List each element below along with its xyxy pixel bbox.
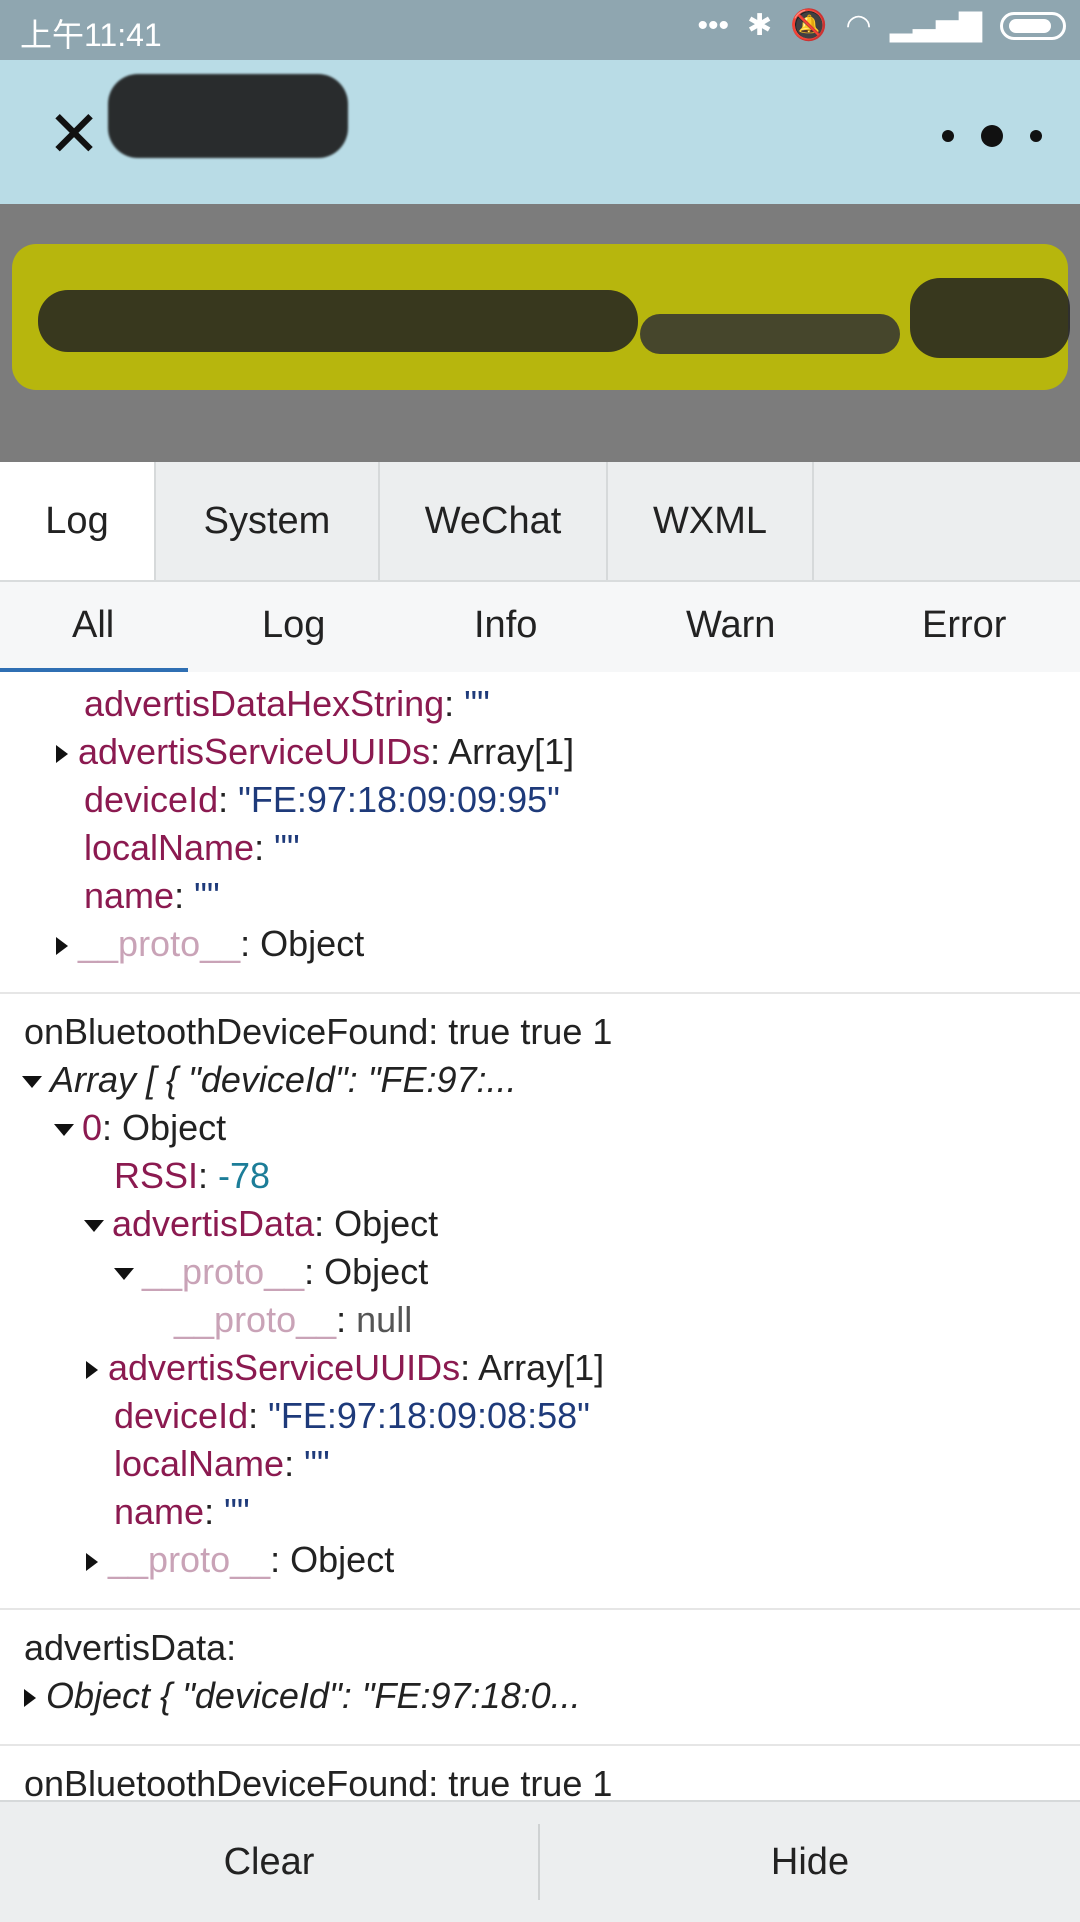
collapse-arrow-icon[interactable]: [84, 1220, 104, 1233]
redacted-text: [910, 278, 1070, 358]
redacted-text: [38, 290, 638, 352]
more-options-icon[interactable]: [942, 116, 1042, 156]
log-property-expanded[interactable]: 0: Object: [54, 1106, 226, 1150]
battery-icon: [1000, 11, 1066, 40]
log-property: advertisDataHexString: "": [84, 683, 490, 724]
collapse-arrow-icon[interactable]: [114, 1268, 134, 1281]
log-property: deviceId: "FE:97:18:09:09:95": [84, 779, 560, 820]
bluetooth-icon: ✱: [747, 9, 773, 42]
tab-wxml[interactable]: WXML: [608, 462, 814, 580]
tab-wechat[interactable]: WeChat: [380, 462, 608, 580]
console-bottom-bar: Clear Hide: [0, 1800, 1080, 1922]
log-separator: [0, 1744, 1080, 1746]
log-property: name: "": [84, 875, 220, 916]
log-separator: [0, 1608, 1080, 1610]
log-property-collapsed[interactable]: __proto__: Object: [86, 1538, 394, 1582]
log-object-collapsed[interactable]: Object { "deviceId": "FE:97:18:0...: [24, 1674, 581, 1718]
redacted-title: [108, 74, 348, 158]
status-icons: ••• ✱ 🔕 ◠ ▂▃▅▇: [697, 8, 1066, 43]
filter-log[interactable]: Log: [262, 604, 325, 647]
log-separator: [0, 992, 1080, 994]
log-property-collapsed[interactable]: __proto__: Object: [56, 922, 364, 966]
filter-all[interactable]: All: [72, 604, 114, 647]
expand-arrow-icon[interactable]: [24, 1689, 36, 1708]
tab-system[interactable]: System: [156, 462, 380, 580]
expand-arrow-icon[interactable]: [56, 745, 68, 764]
filter-error[interactable]: Error: [922, 604, 1006, 647]
clear-button[interactable]: Clear: [0, 1802, 538, 1922]
expand-arrow-icon[interactable]: [56, 937, 68, 956]
hide-button[interactable]: Hide: [540, 1802, 1080, 1922]
log-property-collapsed[interactable]: advertisServiceUUIDs: Array[1]: [56, 730, 574, 774]
status-bar: 上午11:41 ••• ✱ 🔕 ◠ ▂▃▅▇: [0, 0, 1080, 60]
expand-arrow-icon[interactable]: [86, 1361, 98, 1380]
status-time: 上午11:41: [20, 17, 162, 53]
expand-arrow-icon[interactable]: [86, 1553, 98, 1572]
collapse-arrow-icon[interactable]: [22, 1076, 42, 1089]
log-property: localName: "": [114, 1443, 330, 1484]
close-icon[interactable]: ✕: [44, 102, 104, 166]
log-entry-header: advertisData:: [24, 1627, 237, 1668]
log-entry-header: onBluetoothDeviceFound: true true 1: [24, 1763, 613, 1800]
log-property-expanded[interactable]: __proto__: Object: [114, 1250, 428, 1294]
tab-log[interactable]: Log: [0, 462, 156, 580]
filter-info[interactable]: Info: [474, 604, 537, 647]
more-dots-icon: •••: [697, 8, 730, 42]
log-property: localName: "": [84, 827, 300, 868]
log-output[interactable]: advertisDataHexString: "" advertisServic…: [0, 672, 1080, 1800]
log-property: RSSI: -78: [114, 1155, 271, 1196]
log-property-expanded[interactable]: advertisData: Object: [84, 1202, 438, 1246]
log-property: __proto__: null: [174, 1299, 413, 1340]
collapse-arrow-icon[interactable]: [54, 1124, 74, 1137]
page-content-dimmed: [0, 204, 1080, 462]
signal-icon: ▂▃▅▇: [889, 9, 982, 42]
mute-bell-icon: 🔕: [790, 9, 828, 42]
log-property: deviceId: "FE:97:18:09:08:58": [114, 1395, 590, 1436]
log-property: name: "": [114, 1491, 250, 1532]
redacted-text: [640, 314, 900, 354]
console-tabs: Log System WeChat WXML: [0, 462, 1080, 582]
log-property-collapsed[interactable]: advertisServiceUUIDs: Array[1]: [86, 1346, 604, 1390]
log-entry-header: onBluetoothDeviceFound: true true 1: [24, 1011, 613, 1052]
nav-bar: ✕: [0, 60, 1080, 204]
wifi-icon: ◠: [845, 9, 872, 42]
log-level-filters: All Log Info Warn Error: [0, 582, 1080, 674]
filter-warn[interactable]: Warn: [686, 604, 775, 647]
log-array-expanded[interactable]: Array [ { "deviceId": "FE:97:...: [22, 1058, 517, 1102]
